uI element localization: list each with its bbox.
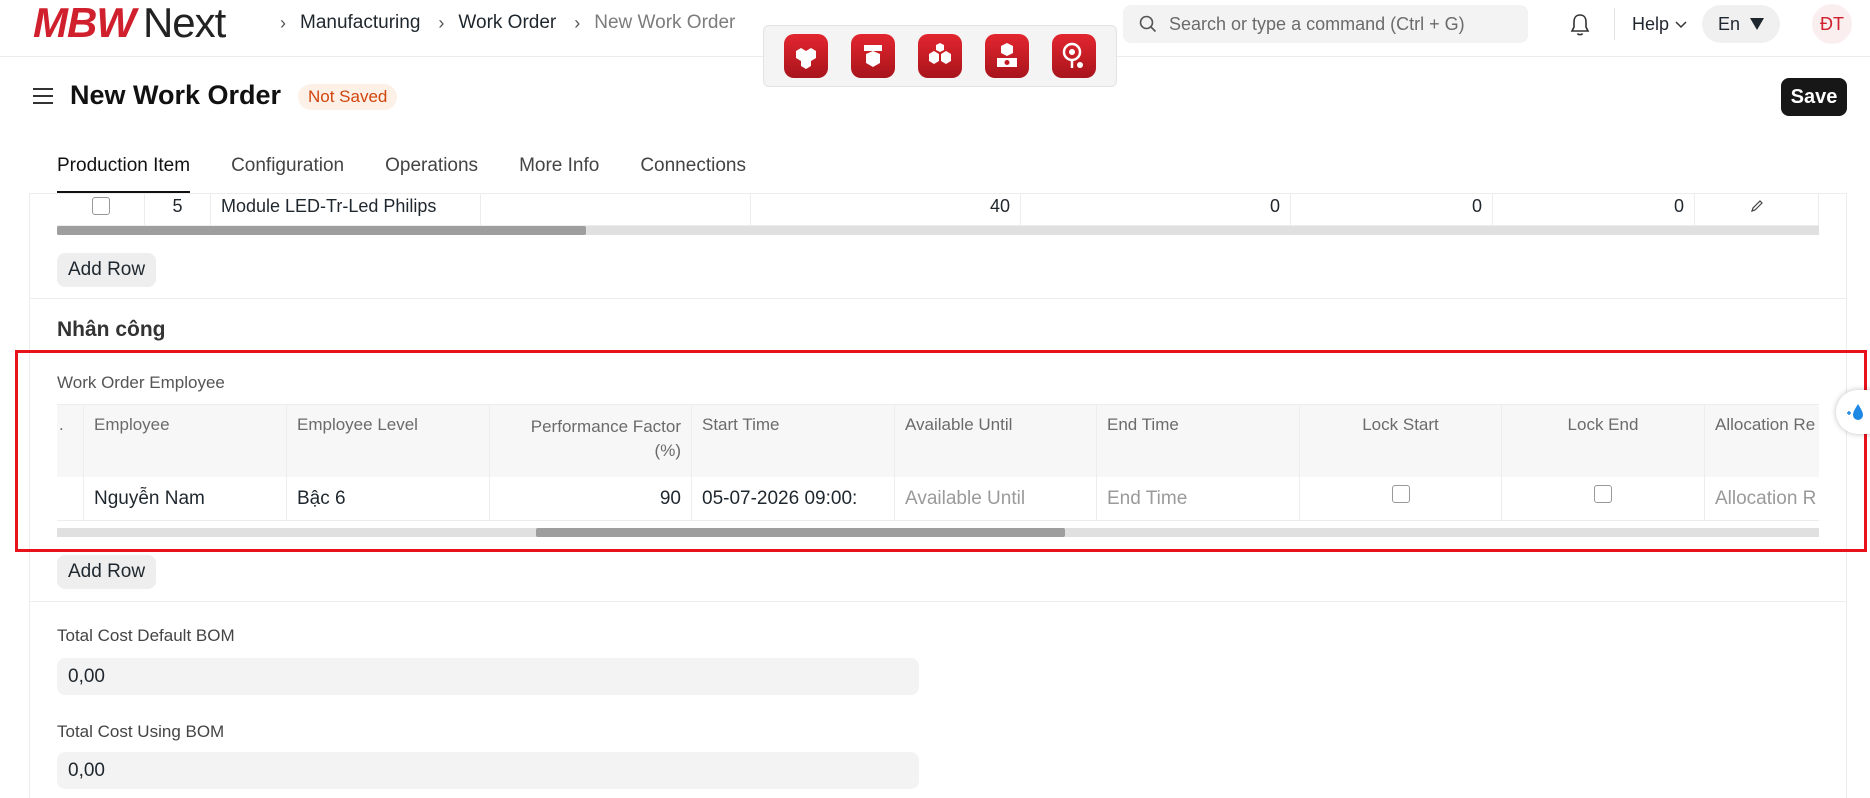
chevron-right-icon: › (438, 12, 445, 33)
nav-divider (1614, 8, 1615, 40)
logo-next-text: Next (142, 0, 226, 46)
stacked-boxes-icon (928, 43, 951, 64)
tab-operations[interactable]: Operations (385, 138, 478, 193)
caret-down-icon (1750, 18, 1765, 30)
breadcrumb: › Manufacturing › Work Order › New Work … (280, 12, 753, 34)
highlight-box (15, 350, 1867, 552)
section-divider (29, 298, 1847, 299)
help-dropdown[interactable]: Help (1632, 14, 1687, 35)
pencil-icon[interactable] (1750, 199, 1764, 213)
app-icon-5[interactable] (1052, 34, 1097, 78)
logo-mbw-text: MBW (33, 0, 136, 46)
items-scrollbar[interactable] (57, 226, 1819, 235)
section-title-labour: Nhân công (57, 318, 166, 341)
language-label: En (1717, 13, 1741, 34)
box-cash-icon (997, 43, 1018, 67)
bell-icon[interactable] (1568, 12, 1592, 38)
tab-divider (29, 193, 1847, 194)
add-row-button[interactable]: Add Row (57, 253, 157, 287)
app-dock (763, 25, 1117, 87)
app-icon-1[interactable] (783, 34, 828, 78)
tab-more-info[interactable]: More Info (519, 138, 599, 193)
add-row-button[interactable]: Add Row (57, 555, 157, 589)
cubes-icon (795, 48, 816, 69)
droplet-icon (1847, 404, 1863, 420)
breadcrumb-work-order[interactable]: Work Order (458, 12, 556, 34)
row-checkbox[interactable] (91, 197, 110, 215)
tab-connections[interactable]: Connections (640, 138, 746, 193)
app-logo[interactable]: MBW Next (33, 0, 226, 46)
app-icon-3[interactable] (917, 34, 962, 78)
save-button[interactable]: Save (1781, 78, 1847, 116)
form-tabs: Production Item Configuration Operations… (57, 138, 787, 193)
breadcrumb-new-work-order: New Work Order (594, 12, 736, 33)
help-label: Help (1632, 14, 1670, 34)
menu-icon[interactable] (33, 88, 53, 106)
section-divider (29, 601, 1847, 602)
tab-production-item[interactable]: Production Item (57, 138, 191, 193)
status-badge: Not Saved (298, 84, 398, 110)
app-icon-2[interactable] (850, 34, 895, 78)
page-title: New Work Order (70, 80, 282, 110)
search-icon (1139, 15, 1157, 33)
chevron-down-icon (1675, 20, 1687, 28)
box-label-icon (863, 45, 882, 67)
location-pin-icon (1063, 42, 1084, 68)
language-selector[interactable]: En (1702, 5, 1780, 43)
total-cost-using-bom-field[interactable]: 0,00 (57, 752, 919, 789)
chevron-right-icon: › (280, 12, 286, 33)
total-cost-using-bom-label: Total Cost Using BOM (57, 722, 225, 741)
breadcrumb-manufacturing[interactable]: Manufacturing (300, 12, 420, 34)
tab-configuration[interactable]: Configuration (231, 138, 344, 193)
app-icon-4[interactable] (985, 34, 1030, 78)
scrollbar-thumb[interactable] (57, 226, 586, 235)
search-input[interactable] (1169, 13, 1519, 35)
search-bar[interactable] (1123, 5, 1528, 43)
chevron-right-icon: › (574, 12, 581, 33)
avatar[interactable]: ĐT (1812, 4, 1852, 44)
total-cost-default-bom-field[interactable]: 0,00 (57, 658, 919, 695)
total-cost-default-bom-label: Total Cost Default BOM (57, 626, 235, 645)
